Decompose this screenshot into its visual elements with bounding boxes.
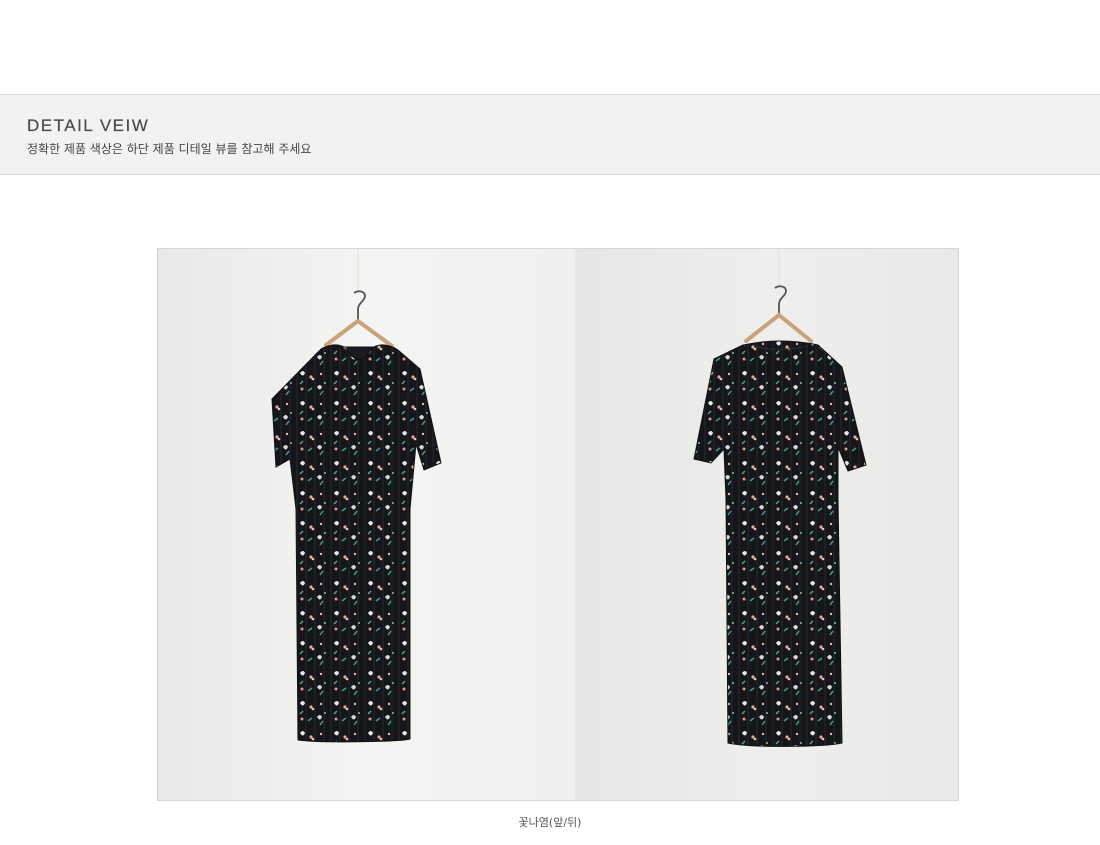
detail-view-title: DETAIL VEIW [27, 116, 150, 135]
detail-view-banner: DETAIL VEIW 정확한 제품 색상은 하단 제품 디테일 뷰를 참고해 … [0, 94, 1100, 175]
detail-view-subtitle: 정확한 제품 색상은 하단 제품 디테일 뷰를 참고해 주세요 [27, 142, 312, 156]
product-detail-photo [157, 248, 959, 801]
photo-caption: 꽃나염(앞/뒤) [518, 816, 582, 829]
